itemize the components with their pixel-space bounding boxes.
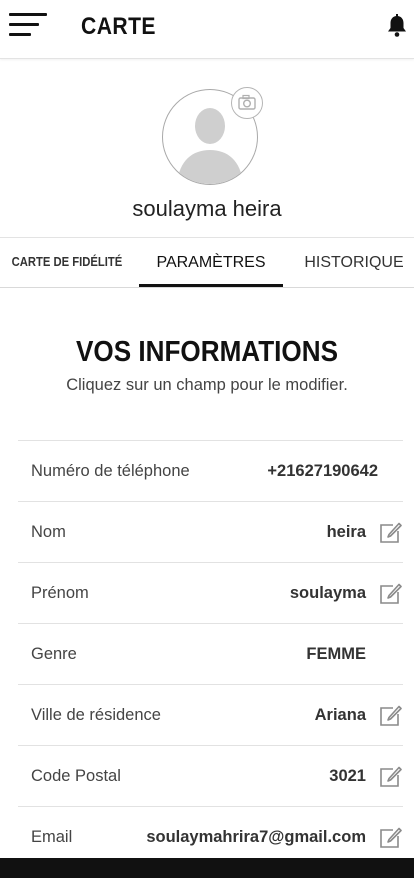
section-subtitle: Cliquez sur un champ pour le modifier. xyxy=(66,376,348,394)
edit-icon[interactable] xyxy=(378,705,402,727)
row-label: Numéro de téléphone xyxy=(31,462,190,480)
row-postal-code[interactable]: Code Postal 3021 xyxy=(18,746,403,807)
tab-settings[interactable]: PARAMÈTRES xyxy=(139,238,283,287)
section-title: VOS INFORMATIONS xyxy=(76,336,338,368)
tab-bar: CARTE DE FIDÉLITÉ PARAMÈTRES HISTORIQUE xyxy=(0,237,414,288)
edit-icon[interactable] xyxy=(378,583,402,605)
profile-name: soulayma heira xyxy=(132,196,282,221)
info-list: Numéro de téléphone +21627190642 Nom hei… xyxy=(18,440,403,868)
system-navigation-bar xyxy=(0,858,414,878)
row-first-name[interactable]: Prénom soulayma xyxy=(18,563,403,624)
row-last-name[interactable]: Nom heira xyxy=(18,502,403,563)
row-value: FEMME xyxy=(306,645,366,663)
edit-icon[interactable] xyxy=(378,827,402,849)
tab-history[interactable]: HISTORIQUE xyxy=(294,238,414,287)
row-label: Ville de résidence xyxy=(31,706,161,724)
row-value: 3021 xyxy=(329,767,366,785)
row-value: +21627190642 xyxy=(267,462,378,480)
row-label: Genre xyxy=(31,645,77,663)
app-header: CARTE xyxy=(0,0,414,59)
edit-icon[interactable] xyxy=(378,522,402,544)
edit-icon[interactable] xyxy=(378,766,402,788)
row-value: soulayma xyxy=(289,584,366,602)
change-photo-button[interactable] xyxy=(231,87,263,119)
row-city[interactable]: Ville de résidence Ariana xyxy=(18,685,403,746)
row-label: Code Postal xyxy=(31,767,121,785)
camera-icon xyxy=(238,94,256,110)
menu-icon[interactable] xyxy=(9,13,49,39)
active-tab-indicator xyxy=(139,284,283,287)
row-value: Ariana xyxy=(314,706,366,724)
row-gender[interactable]: Genre FEMME xyxy=(18,624,403,685)
row-label: Prénom xyxy=(31,584,89,602)
tab-loyalty-card[interactable]: CARTE DE FIDÉLITÉ xyxy=(7,238,128,287)
row-value: heira xyxy=(326,523,366,541)
row-label: Nom xyxy=(31,523,66,541)
bell-icon[interactable] xyxy=(386,14,408,38)
page-title: CARTE xyxy=(81,13,156,40)
row-phone: Numéro de téléphone +21627190642 xyxy=(18,441,403,502)
